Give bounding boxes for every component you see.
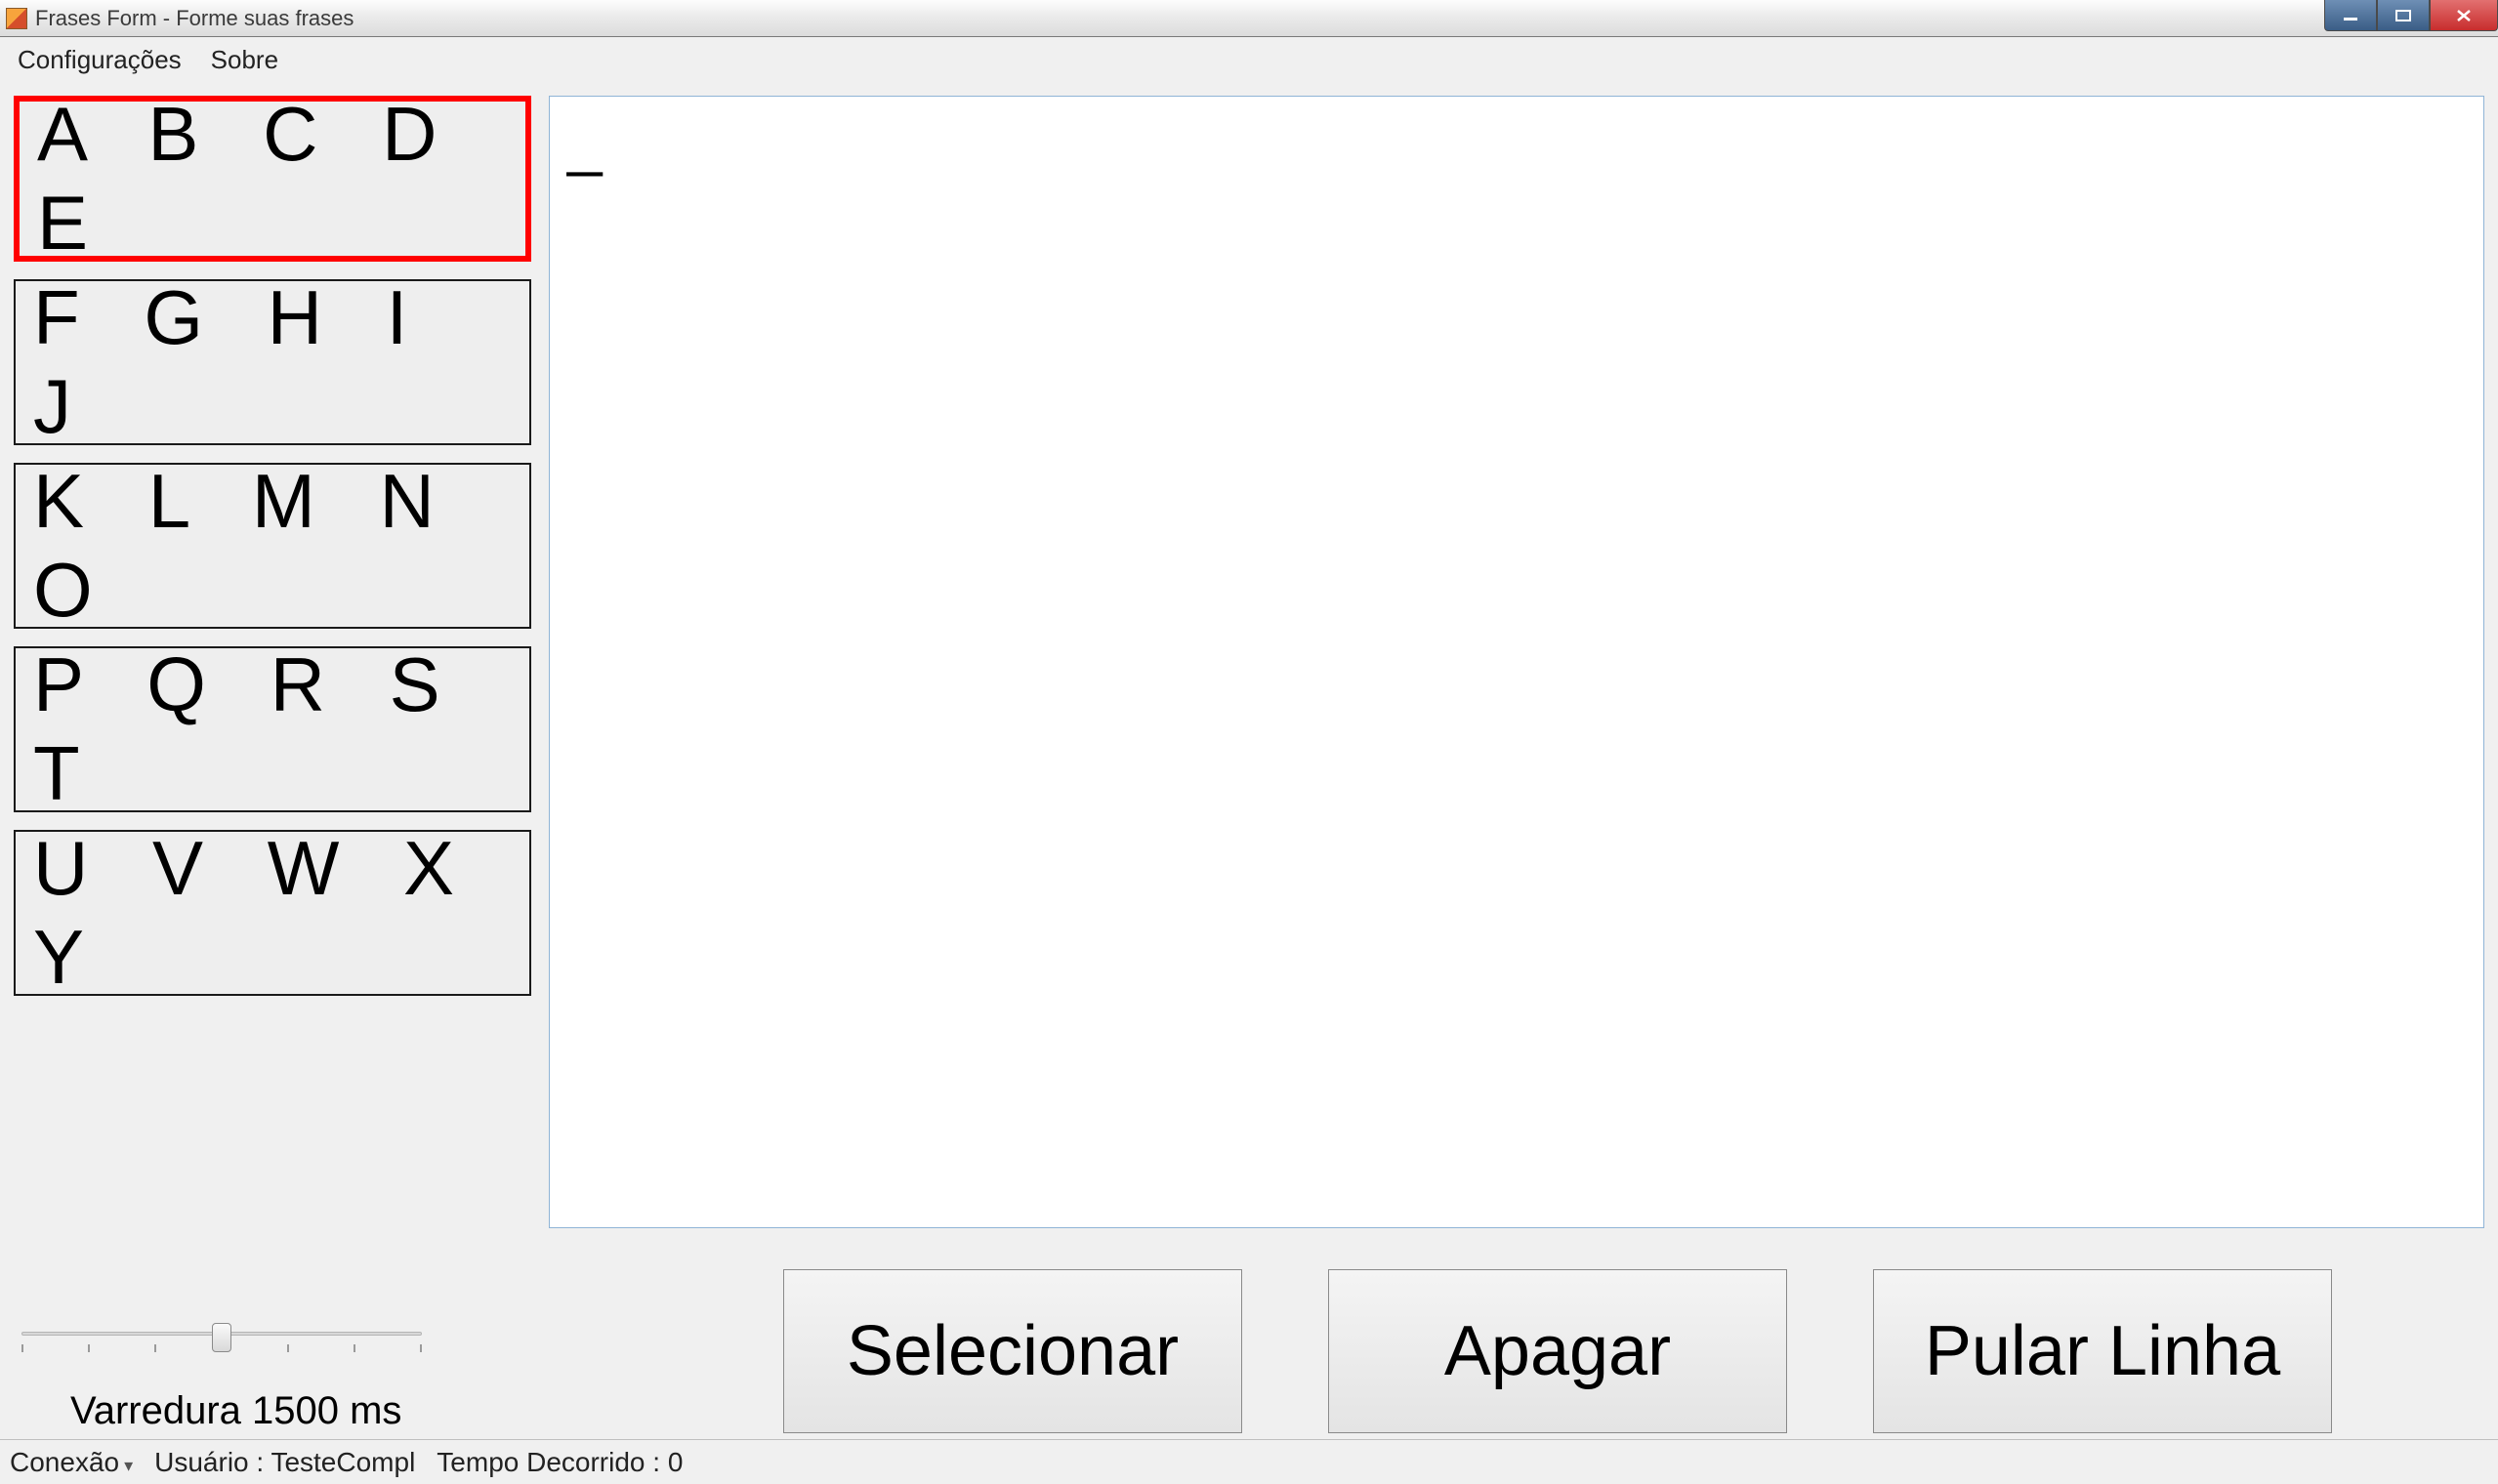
scan-slider[interactable] (21, 1325, 422, 1360)
status-user: Usuário : TesteCompl (154, 1447, 415, 1478)
window-title: Frases Form - Forme suas frases (35, 6, 354, 31)
letter-group-uvwxy[interactable]: U V W X Y (14, 830, 531, 996)
newline-button[interactable]: Pular Linha (1873, 1269, 2332, 1433)
slider-thumb[interactable] (212, 1323, 231, 1352)
output-textarea[interactable] (549, 96, 2484, 1228)
scan-label: Varredura 1500 ms (70, 1389, 401, 1433)
letter-group-label: U V W X Y (33, 824, 529, 1002)
letter-group-label: A B C D E (37, 90, 525, 268)
erase-button[interactable]: Apagar (1328, 1269, 1787, 1433)
status-connection[interactable]: Conexão (10, 1447, 133, 1478)
maximize-icon (2394, 9, 2412, 22)
window-titlebar: Frases Form - Forme suas frases (0, 0, 2498, 37)
button-label: Pular Linha (1925, 1311, 2280, 1391)
close-button[interactable] (2430, 0, 2498, 31)
letter-groups-panel: A B C D E F G H I J K L M N O P Q R S T … (14, 96, 531, 996)
letter-group-fghij[interactable]: F G H I J (14, 279, 531, 445)
select-button[interactable]: Selecionar (783, 1269, 1242, 1433)
menu-configuracoes[interactable]: Configurações (18, 45, 182, 75)
client-area: A B C D E F G H I J K L M N O P Q R S T … (0, 82, 2498, 1259)
bottom-controls: Varredura 1500 ms Selecionar Apagar Pula… (0, 1259, 2498, 1439)
app-icon (6, 8, 27, 29)
letter-group-pqrst[interactable]: P Q R S T (14, 646, 531, 812)
close-icon (2454, 8, 2474, 23)
status-elapsed: Tempo Decorrido : 0 (437, 1447, 683, 1478)
menu-sobre[interactable]: Sobre (211, 45, 278, 75)
letter-group-klmno[interactable]: K L M N O (14, 463, 531, 629)
output-area-wrap (549, 96, 2484, 1228)
scan-slider-block: Varredura 1500 ms (14, 1325, 756, 1433)
button-label: Apagar (1444, 1311, 1671, 1391)
letter-group-abcde[interactable]: A B C D E (14, 96, 531, 262)
window-controls (2324, 0, 2498, 31)
letter-group-label: F G H I J (33, 273, 529, 451)
statusbar: Conexão Usuário : TesteCompl Tempo Decor… (0, 1439, 2498, 1484)
minimize-button[interactable] (2324, 0, 2377, 31)
maximize-button[interactable] (2377, 0, 2430, 31)
button-label: Selecionar (847, 1311, 1179, 1391)
menubar: Configurações Sobre (0, 37, 2498, 82)
letter-group-label: K L M N O (33, 457, 529, 635)
minimize-icon (2342, 9, 2359, 22)
letter-group-label: P Q R S T (33, 640, 529, 818)
